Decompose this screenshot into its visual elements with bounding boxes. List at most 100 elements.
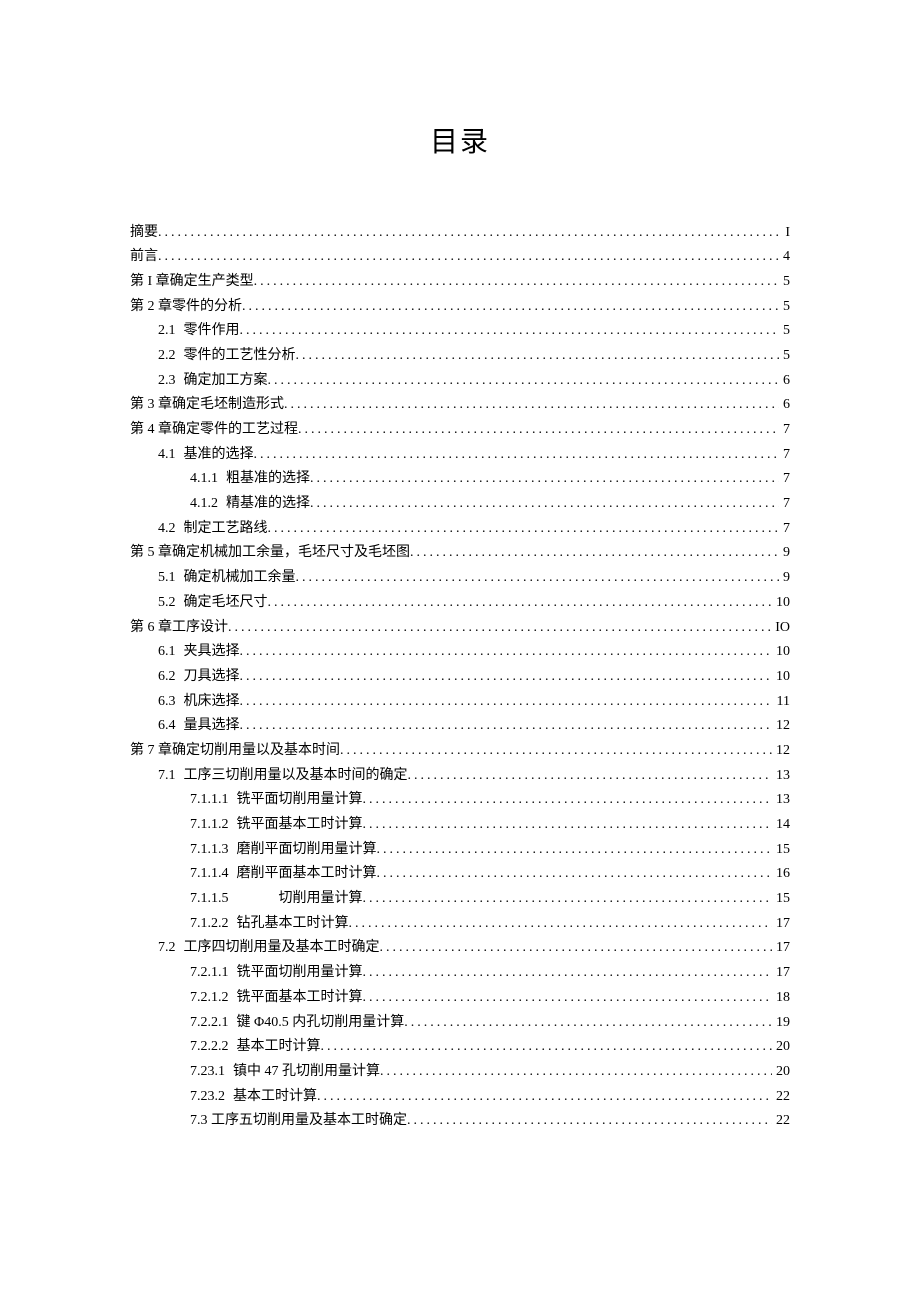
toc-title: 目录 bbox=[130, 120, 790, 160]
toc-leader-dots bbox=[310, 493, 779, 515]
toc-row: 4.2制定工艺路线7 bbox=[130, 516, 790, 541]
toc-leader-dots bbox=[310, 468, 779, 490]
toc-entry-page: 6 bbox=[779, 370, 790, 392]
toc-entry-number: 6.2 bbox=[158, 666, 176, 688]
toc-entry-label: 工序三切削用量以及基本时间的确定 bbox=[184, 765, 408, 787]
toc-leader-dots bbox=[377, 839, 773, 861]
toc-leader-dots bbox=[254, 444, 780, 466]
toc-leader-dots bbox=[284, 394, 779, 416]
toc-entry-page: 7 bbox=[779, 518, 790, 540]
toc-entry-number: 6.3 bbox=[158, 691, 176, 713]
toc-row: 6.3 机床选择 11 bbox=[130, 689, 790, 714]
toc-leader-dots bbox=[363, 962, 773, 984]
toc-row: 7.2.2.2 基本工时计算 20 bbox=[130, 1035, 790, 1060]
toc-row: 7.23.1镇中 47 孔切削用量计算20 bbox=[130, 1059, 790, 1084]
toc-row: 4.1.1粗基准的选择7 bbox=[130, 467, 790, 492]
toc-entry-number: 7.2.2.1 bbox=[190, 1012, 229, 1034]
toc-entry-label: 基准的选择 bbox=[184, 444, 254, 466]
toc-entry-number: 5.2 bbox=[158, 592, 176, 614]
toc-entry-number: 4.1 bbox=[158, 444, 176, 466]
toc-entry-page: 22 bbox=[772, 1110, 790, 1132]
toc-row: 6.2 刀具选择 10 bbox=[130, 664, 790, 689]
toc-entry-page: 12 bbox=[772, 740, 790, 762]
toc-entry-label: 铣平面切削用量计算 bbox=[237, 962, 363, 984]
toc-row: 7.2工序四切削用量及基本工时确定17 bbox=[130, 936, 790, 961]
toc-entry-label: 基本工时计算 bbox=[233, 1086, 317, 1108]
document-page: 目录 摘要I前言4第 I 章确定生产类型5第 2 章零件的分析52.1零件作用5… bbox=[0, 0, 920, 1213]
toc-row: 7.2.1.1铣平面切削用量计算17 bbox=[130, 961, 790, 986]
toc-row: 摘要I bbox=[130, 220, 790, 245]
toc-entry-label: 第 4 章确定零件的工艺过程 bbox=[130, 419, 298, 441]
toc-entry-number: 2.2 bbox=[158, 345, 176, 367]
toc-row: 7.1工序三切削用量以及基本时间的确定13 bbox=[130, 763, 790, 788]
toc-leader-dots bbox=[321, 1036, 773, 1058]
toc-entry-number: 7.1.2.2 bbox=[190, 913, 229, 935]
toc-row: 第 2 章零件的分析5 bbox=[130, 294, 790, 319]
toc-entry-page: 7 bbox=[779, 444, 790, 466]
toc-entry-page: 15 bbox=[772, 839, 790, 861]
toc-entry-page: 12 bbox=[772, 715, 790, 737]
toc-entry-number: 7.23.1 bbox=[190, 1061, 225, 1083]
toc-entry-page: 10 bbox=[772, 592, 790, 614]
toc-entry-label: 零件作用 bbox=[184, 320, 240, 342]
toc-leader-dots bbox=[404, 1012, 772, 1034]
toc-entry-number: 6.4 bbox=[158, 715, 176, 737]
toc-entry-number: 7.1.1.1 bbox=[190, 789, 229, 811]
toc-entry-page: 6 bbox=[779, 394, 790, 416]
toc-entry-number: 7.1.1.4 bbox=[190, 863, 229, 885]
toc-entry-label: 确定毛坯尺寸 bbox=[184, 592, 268, 614]
toc-entry-number: 7.2.1.2 bbox=[190, 987, 229, 1009]
toc-row: 7.1.1.1铣平面切削用量计算13 bbox=[130, 788, 790, 813]
toc-leader-dots bbox=[377, 863, 773, 885]
toc-row: 第 3 章确定毛坯制造形式6 bbox=[130, 393, 790, 418]
toc-row: 第 6 章工序设计IO bbox=[130, 615, 790, 640]
toc-entry-page: 7 bbox=[779, 419, 790, 441]
toc-leader-dots bbox=[408, 765, 773, 787]
toc-row: 2.2零件的工艺性分析5 bbox=[130, 343, 790, 368]
toc-entry-page: 5 bbox=[779, 271, 790, 293]
toc-entry-label: 钻孔基本工时计算 bbox=[237, 913, 349, 935]
toc-entry-label: 夹具选择 bbox=[184, 641, 240, 663]
toc-entry-label: 粗基准的选择 bbox=[226, 468, 310, 490]
toc-entry-number: 7.1.1.2 bbox=[190, 814, 229, 836]
toc-row: 7.2.2.1 键 Φ40.5 内孔切削用量计算 19 bbox=[130, 1010, 790, 1035]
toc-leader-dots bbox=[268, 592, 773, 614]
toc-row: 4.1.2精基准的选择7 bbox=[130, 492, 790, 517]
toc-entry-page: 13 bbox=[772, 789, 790, 811]
toc-row: 6.1夹具选择10 bbox=[130, 640, 790, 665]
toc-entry-page: 5 bbox=[779, 345, 790, 367]
toc-entry-label: 工序四切削用量及基本工时确定 bbox=[184, 937, 380, 959]
toc-entry-number: 7.1.1.5 bbox=[190, 888, 229, 910]
toc-entry-label: 基本工时计算 bbox=[237, 1036, 321, 1058]
toc-leader-dots bbox=[240, 691, 773, 713]
toc-entry-label: 磨削平面切削用量计算 bbox=[237, 839, 377, 861]
toc-entry-page: 19 bbox=[772, 1012, 790, 1034]
toc-leader-dots bbox=[240, 666, 773, 688]
toc-entry-label: 键 Φ40.5 内孔切削用量计算 bbox=[237, 1012, 405, 1034]
toc-entry-number: 7.2.2.2 bbox=[190, 1036, 229, 1058]
toc-row: 第 7 章确定切削用量以及基本时间 12 bbox=[130, 738, 790, 763]
toc-container: 摘要I前言4第 I 章确定生产类型5第 2 章零件的分析52.1零件作用52.2… bbox=[130, 220, 790, 1133]
toc-leader-dots bbox=[340, 740, 772, 762]
toc-entry-label: 机床选择 bbox=[184, 691, 240, 713]
toc-row: 前言4 bbox=[130, 245, 790, 270]
toc-leader-dots bbox=[158, 246, 779, 268]
toc-entry-label: 镇中 47 孔切削用量计算 bbox=[233, 1061, 380, 1083]
toc-leader-dots bbox=[296, 345, 780, 367]
toc-leader-dots bbox=[349, 913, 773, 935]
toc-row: 5.2 确定毛坯尺寸 10 bbox=[130, 590, 790, 615]
toc-entry-label: 第 5 章确定机械加工余量，毛坯尺寸及毛坯图 bbox=[130, 542, 410, 564]
toc-entry-page: 7 bbox=[779, 493, 790, 515]
toc-entry-page: 10 bbox=[772, 666, 790, 688]
toc-entry-label: 制定工艺路线 bbox=[184, 518, 268, 540]
toc-row: 7.1.2.2钻孔基本工时计算17 bbox=[130, 911, 790, 936]
toc-entry-label: 第 7 章确定切削用量以及基本时间 bbox=[130, 740, 340, 762]
toc-entry-page: 20 bbox=[772, 1036, 790, 1058]
toc-entry-label: 刀具选择 bbox=[184, 666, 240, 688]
toc-leader-dots bbox=[363, 814, 773, 836]
toc-leader-dots bbox=[228, 617, 771, 639]
toc-entry-number: 2.1 bbox=[158, 320, 176, 342]
toc-entry-page: 11 bbox=[773, 691, 790, 713]
toc-entry-page: 17 bbox=[772, 962, 790, 984]
toc-entry-page: 10 bbox=[772, 641, 790, 663]
